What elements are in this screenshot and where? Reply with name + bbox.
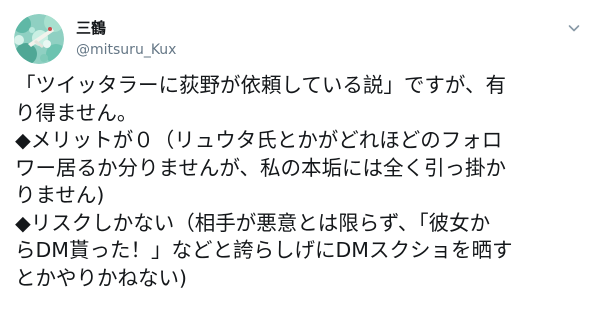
tweet-line: ワー居るか分りませんが、私の本垢には全く引っ掛か — [15, 155, 506, 180]
tweet-line: り得ません。 — [15, 100, 138, 125]
tweet-line: りません) — [15, 183, 105, 207]
tweet-line: とかやりかねない) — [15, 265, 187, 290]
tweet-card: 三鶴 @mitsuru_Kux 「ツイッタラーに荻野が依頼している説」ですが、有… — [0, 0, 591, 323]
tweet-line: らDM貰った！」などと誇らしげにDMスクショを晒す — [15, 238, 513, 262]
avatar-image — [14, 14, 64, 64]
tweet-line: ◆リスクしかない（相手が悪意とは限らず、「彼女か — [15, 210, 491, 235]
chevron-down-icon[interactable] — [566, 20, 582, 36]
tweet-line: ◆メリットが０（リュウタ氏とかがどれほどのフォロ — [15, 128, 503, 152]
tweet-text: 「ツイッタラーに荻野が依頼している説」ですが、有 り得ません。 ◆メリットが０（… — [15, 72, 580, 292]
display-name[interactable]: 三鶴 — [76, 19, 106, 37]
avatar[interactable] — [14, 14, 64, 64]
user-handle[interactable]: @mitsuru_Kux — [76, 41, 176, 59]
tweet-line: 「ツイッタラーに荻野が依頼している説」ですが、有 — [15, 73, 506, 97]
